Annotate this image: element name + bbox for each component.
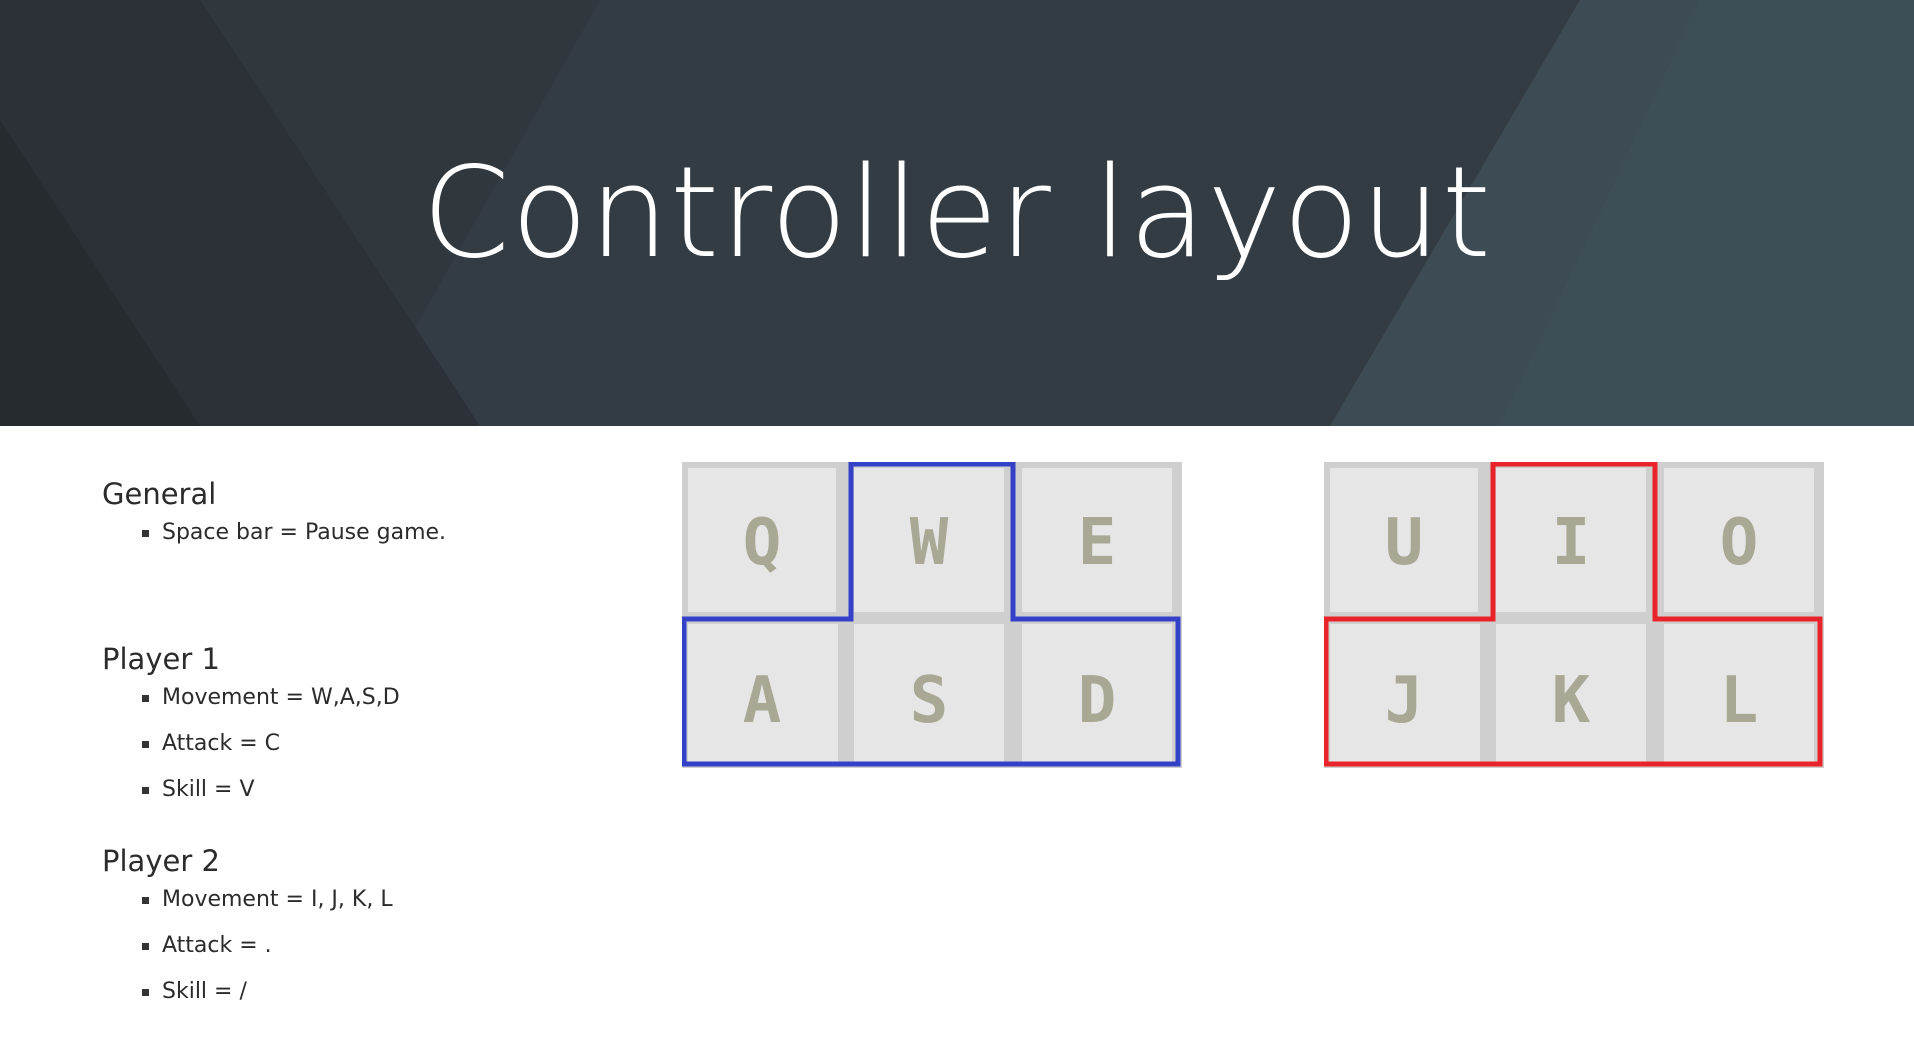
key-label: E	[1078, 506, 1117, 580]
key-label: J	[1385, 664, 1424, 738]
list-item: Skill = V	[102, 775, 400, 821]
general-section: General Space bar = Pause game.	[102, 476, 446, 564]
key-label: A	[743, 664, 782, 738]
key-label: O	[1720, 506, 1759, 580]
player1-section: Player 1 Movement = W,A,S,D Attack = C S…	[102, 641, 400, 821]
key-label: Q	[743, 506, 782, 580]
list-item: Skill = /	[102, 977, 393, 1023]
key-label: U	[1385, 506, 1424, 580]
list-item: Movement = I, J, K, L	[102, 885, 393, 931]
general-heading: General	[102, 477, 217, 511]
list-item: Attack = .	[102, 931, 393, 977]
list-item: Movement = W,A,S,D	[102, 683, 400, 729]
player1-keys: Q W E A S D	[682, 462, 1182, 768]
key-label: S	[910, 664, 949, 738]
list-item: Attack = C	[102, 729, 400, 775]
key-label: D	[1078, 664, 1117, 738]
key-label: K	[1552, 664, 1591, 738]
player2-section: Player 2 Movement = I, J, K, L Attack = …	[102, 843, 393, 1023]
player2-keys: U I O J K L	[1324, 462, 1824, 768]
player2-keyboard-image: U I O J K L	[1324, 462, 1824, 768]
key-label: W	[910, 506, 949, 580]
player2-heading: Player 2	[102, 844, 220, 878]
list-item: Space bar = Pause game.	[102, 518, 446, 564]
page-title: Controller layout	[422, 139, 1492, 286]
key-label: I	[1552, 506, 1591, 580]
player1-heading: Player 1	[102, 642, 220, 676]
key-label: L	[1720, 664, 1759, 738]
player1-keyboard-image: Q W E A S D	[682, 462, 1182, 768]
slide-header: Controller layout	[0, 0, 1914, 426]
